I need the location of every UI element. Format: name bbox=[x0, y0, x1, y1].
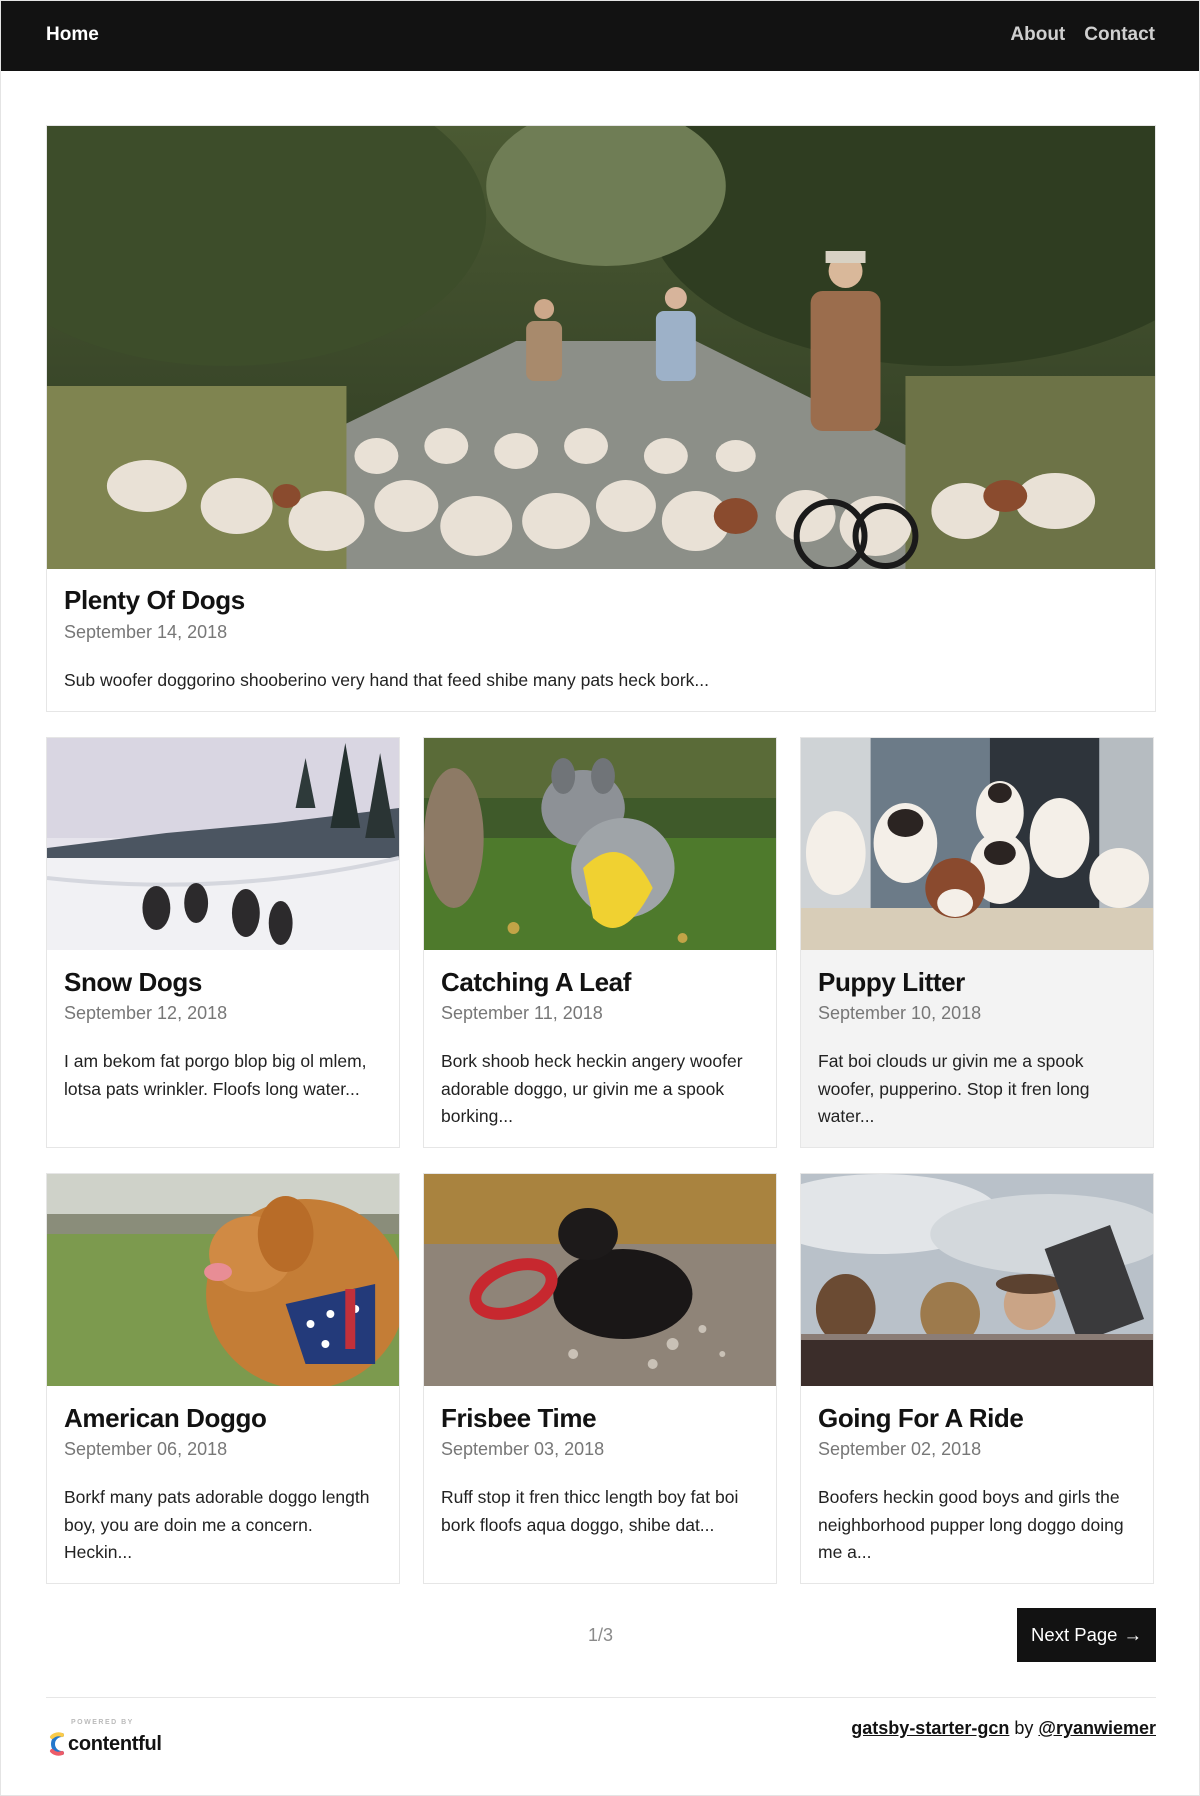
by-text: by bbox=[1014, 1718, 1034, 1738]
powered-by-contentful-logo[interactable]: POWERED BY contentful bbox=[46, 1718, 162, 1762]
post-title: Puppy Litter bbox=[818, 967, 965, 997]
powered-by-label: POWERED BY bbox=[71, 1719, 134, 1726]
post-excerpt: Boofers heckin good boys and girls the n… bbox=[818, 1487, 1124, 1562]
post-excerpt: Borkf many pats adorable doggo length bo… bbox=[64, 1487, 370, 1562]
author-link[interactable]: @ryanwiemer bbox=[1038, 1718, 1156, 1738]
post-title: Catching A Leaf bbox=[441, 967, 631, 997]
top-nav: Home About Contact bbox=[1, 1, 1199, 71]
featured-post-image bbox=[47, 126, 1155, 569]
post-date: September 03, 2018 bbox=[441, 1439, 605, 1459]
next-page-button[interactable]: Next Page → bbox=[1017, 1608, 1156, 1662]
featured-post-card[interactable]: Plenty Of Dogs September 14, 2018 Sub wo… bbox=[46, 125, 1156, 712]
post-date: September 10, 2018 bbox=[818, 1003, 982, 1023]
nav-home-link[interactable]: Home bbox=[46, 24, 99, 46]
featured-post-title: Plenty Of Dogs bbox=[64, 585, 245, 615]
post-date: September 12, 2018 bbox=[64, 1003, 228, 1023]
post-title: Going For A Ride bbox=[818, 1403, 1024, 1433]
arrow-right-icon: → bbox=[1123, 1624, 1142, 1645]
post-title: Snow Dogs bbox=[64, 967, 202, 997]
featured-post-date: September 14, 2018 bbox=[64, 622, 228, 642]
footer-divider bbox=[46, 1697, 1156, 1698]
featured-post-excerpt: Sub woofer doggorino shooberino very han… bbox=[64, 670, 709, 690]
post-excerpt: Fat boi clouds ur givin me a spook woofe… bbox=[818, 1051, 1090, 1126]
post-card[interactable]: American Doggo September 06, 2018 Borkf … bbox=[46, 1173, 400, 1584]
repo-link[interactable]: gatsby-starter-gcn bbox=[851, 1718, 1009, 1738]
post-excerpt: Ruff stop it fren thicc length boy fat b… bbox=[441, 1487, 739, 1535]
post-date: September 02, 2018 bbox=[818, 1439, 982, 1459]
post-title: Frisbee Time bbox=[441, 1403, 597, 1433]
post-title: American Doggo bbox=[64, 1403, 267, 1433]
page-indicator: 1/3 bbox=[588, 1625, 614, 1645]
post-date: September 06, 2018 bbox=[64, 1439, 228, 1459]
post-card[interactable]: Frisbee Time September 03, 2018 Ruff sto… bbox=[423, 1173, 777, 1584]
post-excerpt: I am bekom fat porgo blop big ol mlem, l… bbox=[64, 1051, 367, 1099]
post-card[interactable]: Going For A Ride September 02, 2018 Boof… bbox=[800, 1173, 1154, 1584]
post-image-frisbee-time bbox=[424, 1174, 776, 1386]
post-image-going-for-a-ride bbox=[801, 1174, 1153, 1386]
post-image-catching-a-leaf bbox=[424, 738, 776, 950]
footer-credits: gatsby-starter-gcn by @ryanwiemer bbox=[851, 1718, 1156, 1739]
next-page-label: Next Page bbox=[1031, 1624, 1118, 1645]
post-image-american-doggo bbox=[47, 1174, 399, 1386]
post-date: September 11, 2018 bbox=[441, 1003, 603, 1023]
nav-about-link[interactable]: About bbox=[1010, 24, 1065, 46]
post-image-puppy-litter bbox=[801, 738, 1153, 950]
post-card[interactable]: Snow Dogs September 12, 2018 I am bekom … bbox=[46, 737, 400, 1148]
post-card[interactable]: Catching A Leaf September 11, 2018 Bork … bbox=[423, 737, 777, 1148]
post-card[interactable]: Puppy Litter September 10, 2018 Fat boi … bbox=[800, 737, 1154, 1148]
contentful-wordmark: contentful bbox=[68, 1733, 162, 1755]
post-image-snow-dogs bbox=[47, 738, 399, 950]
nav-contact-link[interactable]: Contact bbox=[1084, 24, 1155, 46]
nav-right-links: About Contact bbox=[1010, 24, 1155, 46]
contentful-logo-icon bbox=[50, 1732, 64, 1756]
post-excerpt: Bork shoob heck heckin angery woofer ado… bbox=[441, 1051, 743, 1126]
